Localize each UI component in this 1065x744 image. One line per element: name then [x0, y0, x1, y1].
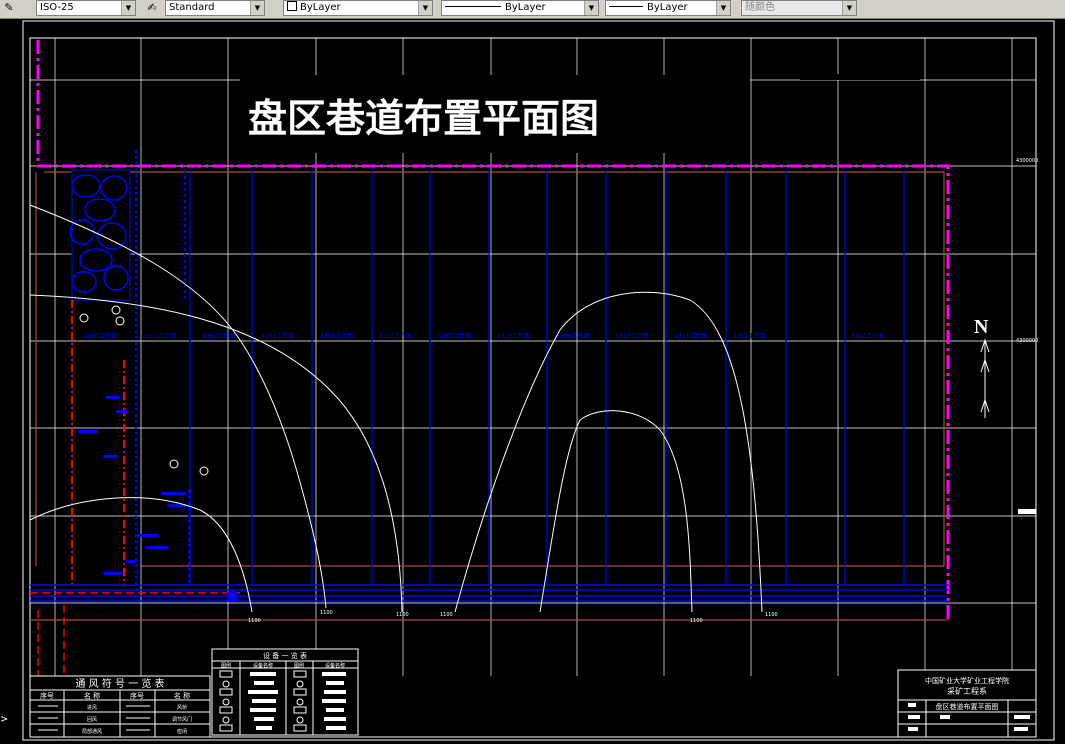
stope-label: 4304工作面 — [261, 332, 294, 340]
stope-label: 4311工作面 — [674, 332, 707, 340]
color-swatch-icon — [287, 1, 297, 11]
linetype-value: ByLayer — [505, 2, 546, 13]
contour-label: 1100 — [248, 618, 261, 624]
stope-label: 4313工作面 — [851, 332, 884, 340]
stope-label: 4309工作面 — [556, 332, 589, 340]
contour-lines — [29, 204, 763, 613]
stope-label: 4310工作面 — [615, 332, 648, 340]
ventilation-table-header: 名 称 — [84, 691, 100, 700]
text-style-value: Standard — [169, 2, 215, 13]
lineweight-value: ByLayer — [647, 2, 688, 13]
ventilation-table: 通 风 符 号 一 览 表 序号 名 称 序号 名 称 进风 风桥 回风 调节风… — [29, 675, 211, 738]
ventilation-table-cell: 局部通风 — [82, 728, 102, 735]
equipment-table-title: 设 备 一 览 表 — [263, 651, 307, 660]
coordinate-label: 4300000 — [1016, 158, 1038, 164]
equipment-table-header: 设备名称 — [253, 662, 273, 669]
chevron-down-icon[interactable]: ▼ — [250, 1, 264, 15]
coordinate-label: 4300000 — [1016, 338, 1038, 344]
ventilation-table-cell: 回风 — [87, 717, 97, 723]
chevron-down-icon[interactable]: ▼ — [121, 1, 135, 15]
equipment-table-header: 图例 — [221, 662, 231, 669]
stope-label: 4305工作面 — [320, 332, 353, 340]
stope-label: 4307工作面 — [438, 332, 471, 340]
ventilation-marks — [78, 396, 186, 575]
scale-mark — [1018, 509, 1036, 514]
color-value: ByLayer — [300, 2, 341, 13]
contour-label: 1100 — [690, 618, 703, 624]
stope-label-group: 4301工作面 4302工作面 4303工作面 4304工作面 4305工作面 … — [84, 332, 884, 340]
linetype-sample-icon — [445, 6, 501, 7]
ventilation-table-title: 通 风 符 号 一 览 表 — [75, 677, 164, 690]
ventilation-table-header: 序号 — [130, 691, 144, 700]
fan-symbols — [79, 305, 209, 476]
north-arrow-icon — [980, 338, 990, 418]
title-block-drawing-name: 盘区巷道布置平面图 — [936, 702, 999, 711]
lineweight-sample-icon — [609, 6, 643, 7]
department-name: 采矿工程系 — [947, 686, 987, 696]
ucs-icon: > — [0, 714, 8, 725]
roadway-lines — [135, 150, 190, 600]
stope-label: 4308工作面 — [497, 332, 530, 340]
chevron-down-icon[interactable]: ▼ — [418, 1, 432, 15]
chevron-down-icon[interactable]: ▼ — [842, 1, 856, 15]
chevron-down-icon[interactable]: ▼ — [584, 1, 598, 15]
drawing-canvas[interactable]: 盘区巷道布置平面图 4301工作面 4302工作面 4303工作面 4304工作… — [0, 19, 1065, 744]
ventilation-table-cell: 进风 — [87, 704, 97, 711]
ventilation-table-cell: 密闭 — [177, 728, 187, 735]
linetype-select[interactable]: ByLayer ▼ — [441, 0, 599, 16]
text-style-icon[interactable]: ✍ — [144, 1, 160, 15]
stope-label: 4303工作面 — [202, 332, 235, 340]
north-label: N — [974, 316, 989, 338]
stope-label: 4306工作面 — [379, 332, 412, 340]
stope-lines — [189, 170, 905, 585]
school-name: 中国矿业大学矿业工程学院 — [925, 676, 1009, 685]
ventilation-table-header: 名 称 — [174, 691, 190, 700]
properties-toolbar: ✎ ISO-25 ▼ ✍ Standard ▼ ByLayer ▼ ByLaye… — [0, 0, 1065, 19]
ventilation-table-cell: 调节风门 — [172, 716, 192, 723]
stope-label: 4302工作面 — [143, 332, 176, 340]
dimension-style-select[interactable]: ISO-25 ▼ — [36, 0, 136, 16]
stope-label: 4301工作面 — [84, 332, 117, 340]
drawing-title: 盘区巷道布置平面图 — [248, 97, 599, 142]
contour-label: 1100 — [765, 612, 778, 618]
stope-label: 4312工作面 — [733, 332, 766, 340]
contour-label: 1100 — [440, 612, 453, 618]
title-block: 中国矿业大学矿业工程学院 采矿工程系 盘区巷道布置平面图 — [897, 669, 1037, 738]
lineweight-select[interactable]: ByLayer ▼ — [605, 0, 731, 16]
dimension-style-value: ISO-25 — [40, 2, 74, 13]
equipment-table: 设 备 一 览 表 图例 设备名称 图例 设备名称 — [211, 648, 359, 736]
text-style-select[interactable]: Standard ▼ — [165, 0, 265, 16]
grid-gap — [800, 74, 920, 80]
shaft-icon — [226, 590, 238, 602]
contour-label: 1100 — [396, 612, 409, 618]
dimension-style-icon[interactable]: ✎ — [1, 1, 17, 15]
plot-style-select[interactable]: 随颜色 ▼ — [741, 0, 857, 16]
chevron-down-icon[interactable]: ▼ — [716, 1, 730, 15]
contour-labels: 1100 1100 1100 1100 1100 1100 — [248, 610, 778, 624]
color-select[interactable]: ByLayer ▼ — [283, 0, 433, 16]
equipment-table-header: 设备名称 — [325, 662, 345, 669]
ventilation-table-header: 序号 — [40, 691, 54, 700]
plot-style-value: 随颜色 — [745, 2, 775, 13]
equipment-table-header: 图例 — [294, 662, 304, 669]
contour-label: 1100 — [320, 610, 333, 616]
ventilation-table-cell: 风桥 — [177, 704, 187, 711]
